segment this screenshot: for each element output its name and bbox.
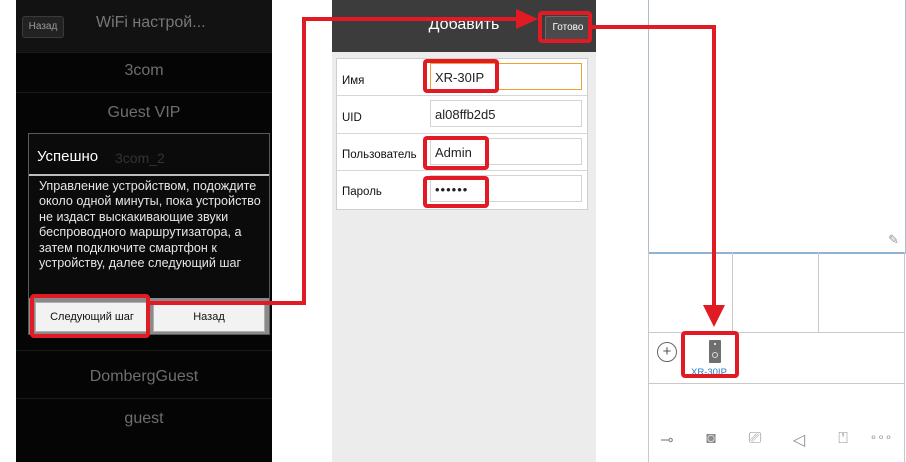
speaker-icon[interactable]: ◁: [784, 430, 814, 450]
done-highlight: [538, 11, 592, 43]
arrow-line: [150, 301, 306, 305]
video-record-icon[interactable]: ⎚: [740, 430, 770, 448]
grid-line: [648, 252, 649, 462]
microphone-icon[interactable]: ⍞: [828, 430, 858, 448]
divider: [16, 92, 272, 93]
page-title: WiFi настрой...: [96, 14, 206, 31]
row-divider: [337, 170, 587, 171]
arrow-line: [302, 17, 520, 21]
user-label: Пользователь: [342, 149, 417, 161]
grid-line: [648, 383, 905, 384]
video-frame[interactable]: [648, 0, 906, 254]
row-divider: [337, 133, 587, 134]
row-divider: [337, 95, 587, 96]
divider: [16, 350, 272, 351]
dialog-title: Успешно: [37, 148, 99, 165]
network-item[interactable]: Guest VIP: [16, 104, 272, 122]
camera-icon[interactable]: ◙: [696, 430, 726, 448]
uid-label: UID: [342, 112, 362, 124]
network-item[interactable]: 3com: [16, 62, 272, 80]
user-highlight: [423, 136, 489, 170]
name-label: Имя: [342, 75, 365, 87]
back-button[interactable]: Назад: [22, 16, 64, 38]
name-highlight: [423, 59, 499, 93]
grid-line: [818, 252, 819, 332]
arrow-head: [516, 9, 538, 29]
network-item[interactable]: guest: [16, 410, 272, 428]
dialog-message: Управление устройством, подождите около …: [39, 179, 261, 271]
dialog-divider: [29, 174, 269, 176]
arrow-head: [703, 305, 725, 327]
network-item[interactable]: DombergGuest: [16, 368, 272, 386]
arrow-line: [302, 17, 306, 305]
next-step-highlight: [30, 294, 150, 338]
plus-circle-icon[interactable]: +: [657, 342, 677, 362]
dialog-back-button[interactable]: Назад: [153, 302, 265, 332]
more-icon[interactable]: ∘∘∘: [866, 430, 896, 444]
divider: [16, 52, 272, 53]
divider: [16, 398, 272, 399]
arrow-line: [592, 25, 716, 29]
live-view-screen: ✎ + XR-30IP ⊸ ◙ ⎚ ◁ ⍞ ∘∘∘: [648, 0, 906, 462]
grid-line: [904, 252, 905, 462]
device-highlight: [681, 331, 739, 378]
key-icon[interactable]: ⊸: [652, 430, 682, 450]
wifi-settings-screen: Назад WiFi настрой... 3com Guest VIP Dom…: [16, 0, 272, 462]
password-highlight: [423, 176, 489, 208]
hidden-network-label: 3com_2: [115, 150, 165, 166]
arrow-line: [712, 25, 716, 307]
grid-line: [732, 252, 733, 332]
edit-icon[interactable]: ✎: [888, 232, 899, 248]
uid-field[interactable]: al08ffb2d5: [430, 100, 582, 127]
password-label: Пароль: [342, 186, 382, 198]
